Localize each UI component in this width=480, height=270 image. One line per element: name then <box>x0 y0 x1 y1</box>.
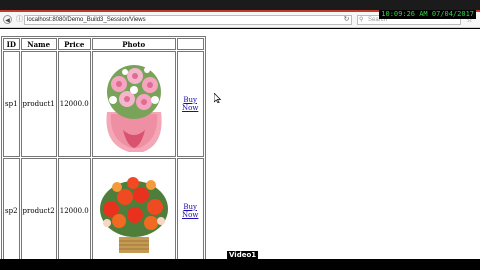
cell-id: sp2 <box>3 158 20 259</box>
recording-bottom-bar <box>0 259 480 270</box>
cell-id: sp1 <box>3 51 20 157</box>
table-row: sp1 product1 12000.0 Buy Now <box>3 51 204 157</box>
reload-icon[interactable]: ↻ <box>342 15 351 24</box>
header-action <box>176 38 204 50</box>
buy-now-link[interactable]: Buy Now <box>182 96 198 112</box>
red-flower-basket-image <box>92 159 175 259</box>
cell-photo <box>91 51 176 157</box>
page-content: ID Name Price Photo sp1 product1 12000.0 <box>0 29 480 259</box>
search-icon: ⚲ <box>359 17 364 23</box>
timestamp-overlay: 10:09:26 AM 07/04/2017 <box>379 10 476 19</box>
header-photo: Photo <box>91 38 176 50</box>
video-label: Video1 <box>227 251 259 260</box>
cell-price: 12000.0 <box>57 51 91 157</box>
back-arrow-icon[interactable]: ◀ <box>3 15 12 24</box>
header-price: Price <box>57 38 91 50</box>
cell-action: Buy Now <box>176 158 204 259</box>
table-header-row: ID Name Price Photo <box>3 38 204 50</box>
cell-price: 12000.0 <box>57 158 91 259</box>
pink-rose-bouquet-image <box>92 52 175 154</box>
header-name: Name <box>20 38 57 50</box>
cell-photo <box>91 158 176 259</box>
cell-action: Buy Now <box>176 51 204 157</box>
header-id: ID <box>3 38 20 50</box>
cell-name: product2 <box>20 158 57 259</box>
cell-name: product1 <box>20 51 57 157</box>
screen-recording-frame: 10:09:26 AM 07/04/2017 ◀ ⓘ localhost:808… <box>0 0 480 270</box>
page-info-icon[interactable]: ⓘ <box>15 15 24 24</box>
mouse-cursor-icon <box>214 93 222 103</box>
product-table: ID Name Price Photo sp1 product1 12000.0 <box>1 36 206 259</box>
url-bar[interactable]: localhost:8080/Demo_Build3_Session/Views <box>24 15 352 25</box>
buy-now-link[interactable]: Buy Now <box>182 203 198 219</box>
table-row: sp2 product2 12000.0 Buy Now <box>3 158 204 259</box>
